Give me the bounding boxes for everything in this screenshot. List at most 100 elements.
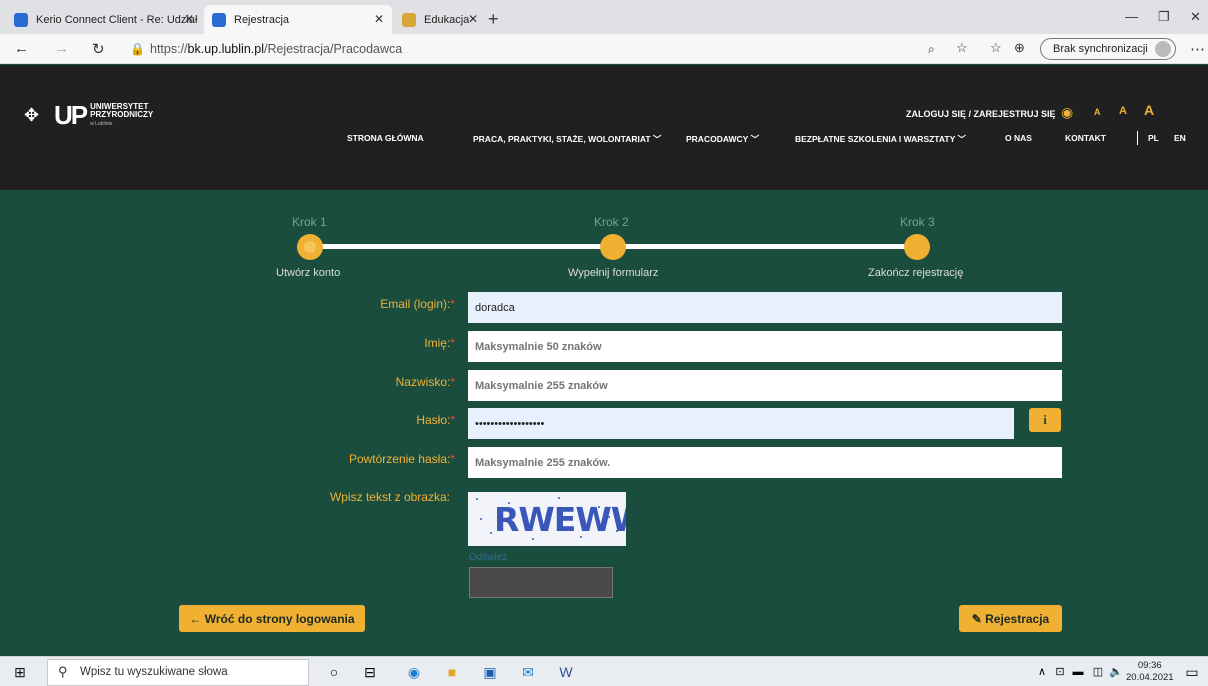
email-field[interactable] <box>468 292 1062 323</box>
step2-subtitle: Wypełnij formularz <box>568 267 659 279</box>
close-tab-icon[interactable]: ✕ <box>468 12 478 26</box>
last-name-label-text: Nazwisko: <box>395 375 451 389</box>
word-icon[interactable]: W <box>556 662 576 682</box>
back-icon[interactable]: ← <box>14 40 29 57</box>
windows-taskbar: ⊞ ⚲ Wpisz tu wyszukiwane słowa ○ ⊟ ◉ ■ ▣… <box>0 656 1208 686</box>
step2-title: Krok 2 <box>594 215 629 229</box>
info-icon[interactable]: i <box>1029 408 1061 432</box>
eye-icon[interactable]: ◉ <box>1061 104 1073 121</box>
sync-button[interactable]: Brak synchronizacji <box>1040 38 1176 60</box>
minimize-icon[interactable]: — <box>1125 9 1138 24</box>
site-icon <box>402 12 416 27</box>
file-explorer-icon[interactable]: ■ <box>442 662 462 682</box>
step1-subtitle: Utwórz konto <box>276 267 341 279</box>
collections-icon[interactable]: ⊕ <box>1014 40 1025 56</box>
last-name-field[interactable] <box>468 370 1062 401</box>
first-name-label-text: Imię: <box>424 336 451 350</box>
menu-jobs[interactable]: PRACA, PRAKTYKI, STAŻE, WOLONTARIAT ﹀ <box>473 133 661 145</box>
reload-icon[interactable]: ↻ <box>92 40 105 58</box>
register-button[interactable]: ✎ Rejestracja <box>959 605 1062 632</box>
login-register-link[interactable]: ZALOGUJ SIĘ / ZAREJESTRUJ SIĘ <box>906 109 1056 119</box>
lang-divider <box>1137 131 1138 145</box>
cortana-icon[interactable]: ○ <box>324 662 344 682</box>
university-logo[interactable]: ✥ UP UNIWERSYTET PRZYRODNICZY w Lublinie <box>24 100 153 131</box>
step1-dot <box>297 234 323 260</box>
chevron-down-icon: ﹀ <box>750 134 760 144</box>
menu-home[interactable]: STRONA GŁÓWNA <box>347 133 424 143</box>
lang-en[interactable]: EN <box>1174 133 1186 143</box>
email-label-text: Email (login): <box>380 297 451 311</box>
menu-trainings[interactable]: BEZPŁATNE SZKOLENIA I WARSZTATY ﹀ <box>795 133 966 145</box>
tray-battery-icon[interactable]: ▬ <box>1068 662 1088 682</box>
windows-start-icon[interactable]: ⊞ <box>10 662 30 682</box>
mail-icon[interactable]: ✉ <box>518 662 538 682</box>
lock-icon: 🔒 <box>130 42 145 56</box>
tray-chevron-icon[interactable]: ∧ <box>1032 662 1052 682</box>
tray-wifi-icon[interactable]: ◫ <box>1088 662 1108 682</box>
menu-trainings-label: BEZPŁATNE SZKOLENIA I WARSZTATY <box>795 134 956 144</box>
tab-kerio[interactable]: Kerio Connect Client - Re: Udział ✕ <box>6 5 202 34</box>
mail-icon <box>14 12 28 27</box>
required-mark: * <box>450 336 455 350</box>
close-window-icon[interactable]: ✕ <box>1190 9 1201 25</box>
clock[interactable]: 09:36 20.04.2021 <box>1126 660 1174 684</box>
logo-line2: PRZYRODNICZY <box>90 110 154 119</box>
required-mark: * <box>450 297 455 311</box>
first-name-field[interactable] <box>468 331 1062 362</box>
first-name-label: Imię:* <box>300 336 455 350</box>
close-tab-icon[interactable]: ✕ <box>374 12 384 26</box>
forward-icon[interactable]: → <box>54 40 69 57</box>
favorites-icon[interactable]: ☆ <box>990 40 1002 56</box>
captcha-input[interactable] <box>469 567 613 598</box>
captcha-image: RWEWW <box>468 492 626 546</box>
font-size-large[interactable]: A <box>1144 102 1154 118</box>
url-path: /Rejestracja/Pracodawca <box>263 42 403 56</box>
step3-title: Krok 3 <box>900 215 935 229</box>
store-icon[interactable]: ▣ <box>480 662 500 682</box>
close-tab-icon[interactable]: ✕ <box>184 12 194 26</box>
tab-label: Kerio Connect Client - Re: Udział <box>36 13 198 26</box>
required-mark: * <box>450 375 455 389</box>
taskbar-search-placeholder: Wpisz tu wyszukiwane słowa <box>80 666 228 678</box>
step3-subtitle: Zakończ rejestrację <box>868 267 964 279</box>
search-icon: ⚲ <box>58 664 68 679</box>
password-repeat-field[interactable] <box>468 447 1062 478</box>
chevron-down-icon: ﹀ <box>957 134 966 144</box>
browser-tab-bar: Kerio Connect Client - Re: Udział ✕ Reje… <box>0 0 1208 34</box>
tab-rejestracja[interactable]: Rejestracja ✕ <box>204 5 392 34</box>
font-size-small[interactable]: A <box>1094 107 1101 117</box>
back-to-login-button[interactable]: ← Wróć do strony logowania <box>179 605 365 632</box>
eagle-icon: ✥ <box>24 104 40 125</box>
password-repeat-label: Powtórzenie hasła:* <box>300 452 455 466</box>
more-icon[interactable]: ⋯ <box>1190 40 1205 58</box>
sync-label: Brak synchronizacji <box>1053 43 1148 55</box>
password-field[interactable] <box>468 408 1014 439</box>
menu-employers[interactable]: PRACODAWCY ﹀ <box>686 133 759 145</box>
menu-about[interactable]: O NAS <box>1005 133 1032 143</box>
tray-network-icon[interactable]: ⊡ <box>1050 662 1070 682</box>
url-domain: bk.up.lublin.pl <box>187 42 264 56</box>
task-view-icon[interactable]: ⊟ <box>360 662 380 682</box>
favorite-add-icon[interactable]: ☆ <box>956 40 968 56</box>
step2-dot <box>600 234 626 260</box>
notifications-icon[interactable]: ▭ <box>1182 662 1202 682</box>
required-mark: * <box>450 452 455 466</box>
volume-icon[interactable]: 🔈 <box>1106 662 1126 682</box>
site-icon <box>212 12 226 27</box>
url-field[interactable]: https://bk.up.lublin.pl/Rejestracja/Prac… <box>150 42 402 56</box>
new-tab-icon[interactable]: + <box>488 9 499 30</box>
captcha-refresh-link[interactable]: Odśwież <box>469 552 507 563</box>
menu-contact[interactable]: KONTAKT <box>1065 133 1106 143</box>
restore-icon[interactable]: ❐ <box>1158 9 1170 25</box>
menu-jobs-label: PRACA, PRAKTYKI, STAŻE, WOLONTARIAT <box>473 134 651 144</box>
search-icon[interactable]: ⌕ <box>928 42 935 57</box>
url-prefix: https:// <box>150 42 188 56</box>
font-size-medium[interactable]: A <box>1119 105 1127 117</box>
taskbar-search[interactable]: ⚲ Wpisz tu wyszukiwane słowa <box>47 659 309 686</box>
clock-date: 20.04.2021 <box>1126 672 1174 683</box>
step1-title: Krok 1 <box>292 215 327 229</box>
lang-pl[interactable]: PL <box>1148 133 1159 143</box>
edge-icon[interactable]: ◉ <box>404 662 424 682</box>
site-header: ✥ UP UNIWERSYTET PRZYRODNICZY w Lublinie… <box>0 65 1208 190</box>
last-name-label: Nazwisko:* <box>300 375 455 389</box>
